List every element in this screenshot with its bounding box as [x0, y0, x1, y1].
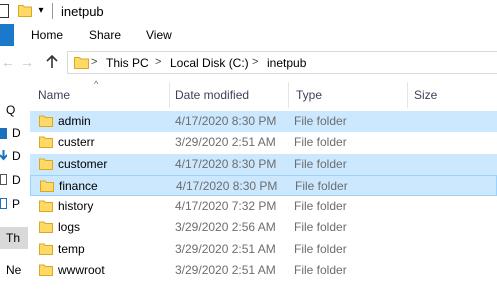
desktop-icon: [0, 128, 7, 139]
file-date-modified: 4/17/2020 8:30 PM: [176, 179, 278, 193]
column-headers: ^ Name Date modified Type Size: [30, 80, 497, 108]
sort-caret-icon: ^: [94, 79, 99, 89]
tab-share[interactable]: Share: [89, 28, 121, 42]
up-arrow-icon[interactable]: [44, 54, 60, 70]
column-divider[interactable]: [407, 82, 408, 108]
chevron-right-icon[interactable]: >: [91, 56, 97, 69]
file-type: File folder: [295, 179, 348, 193]
folder-icon: [39, 115, 53, 127]
list-item[interactable]: finance 4/17/2020 8:30 PM File folder: [30, 175, 497, 196]
file-date-modified: 3/29/2020 2:51 AM: [175, 242, 276, 256]
nav-item-quick-access[interactable]: Q: [6, 103, 15, 117]
list-item[interactable]: logs 3/29/2020 2:56 AM File folder: [30, 217, 497, 238]
list-item[interactable]: wwwroot 3/29/2020 2:51 AM File folder: [30, 260, 497, 281]
breadcrumb-this-pc[interactable]: This PC: [106, 56, 149, 70]
folder-icon: [39, 200, 53, 212]
file-type: File folder: [294, 114, 347, 128]
folder-icon: [39, 136, 53, 148]
column-header-date-modified[interactable]: Date modified: [175, 88, 249, 102]
file-list: admin 4/17/2020 8:30 PM File folder cust…: [30, 111, 497, 289]
list-item[interactable]: custerr 3/29/2020 2:51 AM File folder: [30, 132, 497, 153]
quick-access-checkbox-icon[interactable]: [0, 4, 9, 18]
file-type: File folder: [294, 263, 347, 277]
folder-icon: [74, 57, 89, 69]
folder-icon: [40, 180, 54, 192]
ribbon-tabs: Home Share View: [0, 24, 497, 47]
file-type: File folder: [294, 242, 347, 256]
tab-home[interactable]: Home: [31, 28, 63, 42]
folder-icon: [39, 158, 53, 170]
folder-icon: [39, 264, 53, 276]
file-name: finance: [59, 179, 98, 193]
chevron-right-icon[interactable]: >: [155, 56, 161, 69]
nav-item-documents[interactable]: D: [12, 173, 21, 187]
file-date-modified: 3/29/2020 2:51 AM: [175, 135, 276, 149]
nav-item-pictures[interactable]: P: [12, 197, 20, 211]
file-type: File folder: [294, 157, 347, 171]
folder-icon: [39, 221, 53, 233]
back-icon[interactable]: ←: [0, 54, 16, 70]
window-title: inetpub: [61, 4, 104, 19]
customize-toolbar-dropdown-icon[interactable]: ▾: [37, 5, 45, 17]
file-type: File folder: [294, 135, 347, 149]
file-date-modified: 3/29/2020 2:51 AM: [175, 263, 276, 277]
list-item[interactable]: history 4/17/2020 7:32 PM File folder: [30, 196, 497, 217]
breadcrumb-local-disk[interactable]: Local Disk (C:): [170, 56, 249, 70]
file-name: history: [58, 199, 94, 213]
pictures-icon: [0, 198, 7, 209]
file-name: logs: [58, 220, 81, 234]
file-date-modified: 4/17/2020 7:32 PM: [175, 199, 277, 213]
chevron-right-icon[interactable]: >: [252, 56, 258, 69]
list-item[interactable]: customer 4/17/2020 8:30 PM File folder: [30, 154, 497, 175]
file-name: wwwroot: [58, 263, 105, 277]
file-explorer-window: ▾ inetpub Home Share View ← → > This PC …: [0, 0, 497, 289]
forward-icon[interactable]: →: [20, 54, 34, 70]
file-date-modified: 4/17/2020 8:30 PM: [175, 114, 277, 128]
navigation-bar: ← → > This PC > Local Disk (C:) > inetpu…: [0, 46, 497, 80]
file-name: customer: [58, 157, 108, 171]
breadcrumb-inetpub[interactable]: inetpub: [267, 56, 306, 70]
list-item[interactable]: temp 3/29/2020 2:51 AM File folder: [30, 239, 497, 260]
file-name: custerr: [58, 135, 95, 149]
column-header-type[interactable]: Type: [296, 88, 322, 102]
column-divider[interactable]: [288, 82, 289, 108]
folder-icon: [18, 5, 32, 17]
file-type: File folder: [294, 199, 347, 213]
nav-item-downloads[interactable]: D: [12, 149, 21, 163]
folder-icon: [39, 243, 53, 255]
column-header-size[interactable]: Size: [414, 88, 437, 102]
documents-icon: [0, 174, 7, 185]
title-separator: [52, 3, 53, 19]
tab-view[interactable]: View: [146, 28, 172, 42]
file-tab[interactable]: [0, 24, 14, 46]
file-name: temp: [58, 242, 85, 256]
navigation-pane: Q D D D P Th Ne: [0, 80, 28, 289]
file-name: admin: [58, 114, 91, 128]
column-header-name[interactable]: Name: [38, 88, 70, 102]
title-bar: ▾ inetpub: [0, 0, 497, 24]
nav-item-this-pc[interactable]: Th: [6, 231, 20, 245]
nav-item-network[interactable]: Ne: [6, 263, 21, 277]
column-divider[interactable]: [169, 82, 170, 108]
address-bar[interactable]: > This PC > Local Disk (C:) > inetpub: [67, 51, 497, 74]
file-type: File folder: [294, 220, 347, 234]
nav-item-desktop[interactable]: D: [12, 126, 21, 140]
list-item[interactable]: admin 4/17/2020 8:30 PM File folder: [30, 111, 497, 132]
file-date-modified: 4/17/2020 8:30 PM: [175, 157, 277, 171]
download-icon: [0, 150, 7, 161]
file-date-modified: 3/29/2020 2:56 AM: [175, 220, 276, 234]
